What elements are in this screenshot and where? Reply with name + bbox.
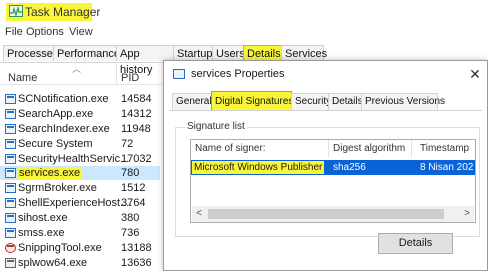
app-icon — [5, 213, 16, 223]
dialog-title: services Properties — [191, 68, 285, 80]
close-icon[interactable]: ✕ — [464, 63, 486, 85]
process-name: SearchApp.exe — [18, 108, 94, 120]
process-name: services.exe — [18, 167, 82, 179]
dialog-tab-general[interactable]: General — [172, 93, 212, 110]
header-signer[interactable]: Name of signer: — [195, 140, 266, 158]
process-pid: 13188 — [121, 242, 152, 254]
scroll-thumb[interactable] — [208, 209, 444, 219]
process-name: ShellExperienceHost.... — [18, 197, 133, 209]
scroll-right-icon[interactable]: > — [460, 206, 474, 222]
menu-file[interactable]: File — [5, 26, 23, 38]
column-divider[interactable] — [328, 140, 329, 158]
process-row[interactable]: SnippingTool.exe 13188 — [0, 241, 160, 255]
process-row[interactable]: SgrmBroker.exe 1512 — [0, 181, 160, 195]
process-pid: 13636 — [121, 257, 152, 269]
app-icon — [5, 94, 16, 104]
process-row[interactable]: SearchApp.exe 14312 — [0, 107, 160, 121]
process-name: SnippingTool.exe — [18, 242, 102, 254]
process-row[interactable]: smss.exe 736 — [0, 226, 160, 240]
app-icon — [5, 168, 16, 178]
timestamp-value: 8 Nisan 202 — [420, 162, 474, 173]
process-pid: 17032 — [121, 153, 152, 165]
printer-icon — [5, 258, 16, 268]
process-name: SCNotification.exe — [18, 93, 109, 105]
process-row[interactable]: ShellExperienceHost.... 3764 — [0, 196, 160, 210]
process-pid: 14584 — [121, 93, 152, 105]
tab-app-history[interactable]: App history — [116, 45, 174, 76]
header-digest[interactable]: Digest algorithm — [333, 140, 405, 158]
process-name: splwow64.exe — [18, 257, 88, 269]
dialog-tab-previous-versions[interactable]: Previous Versions — [361, 93, 445, 110]
tab-users[interactable]: Users — [212, 45, 245, 61]
task-manager-titlebar: Task Manager — [0, 0, 488, 22]
process-pid: 1512 — [121, 182, 146, 194]
app-icon — [5, 139, 16, 149]
column-divider[interactable] — [411, 140, 412, 158]
process-row[interactable]: Secure System 72 — [0, 137, 160, 151]
menu-view[interactable]: View — [69, 26, 93, 38]
process-pid: 736 — [121, 227, 140, 239]
app-icon — [5, 154, 16, 164]
process-row[interactable]: sihost.exe 380 — [0, 211, 160, 225]
process-pid: 780 — [121, 167, 140, 179]
app-icon — [5, 109, 16, 119]
horizontal-scrollbar[interactable]: < > — [192, 206, 474, 222]
process-pid: 14312 — [121, 108, 152, 120]
app-title: Task Manager — [25, 5, 101, 19]
process-name: SgrmBroker.exe — [18, 182, 97, 194]
app-icon — [5, 228, 16, 238]
process-row[interactable]: SecurityHealthServic... 17032 — [0, 152, 160, 166]
process-pid: 72 — [121, 138, 134, 150]
process-row[interactable]: SearchIndexer.exe 11948 — [0, 122, 160, 136]
tab-services[interactable]: Services — [281, 45, 327, 61]
signature-list: Name of signer: Digest algorithm Timesta… — [190, 139, 476, 223]
dialog-titlebar[interactable]: services Properties ✕ — [164, 61, 487, 87]
scroll-left-icon[interactable]: < — [192, 206, 206, 222]
column-divider[interactable] — [116, 62, 117, 84]
process-name: smss.exe — [18, 227, 65, 239]
snipping-tool-icon — [5, 243, 16, 253]
process-name: SearchIndexer.exe — [18, 123, 110, 135]
menu-options[interactable]: Options — [26, 26, 64, 38]
dialog-tab-bar: General Digital Signatures Security Deta… — [169, 91, 482, 111]
header-timestamp[interactable]: Timestamp — [420, 140, 469, 158]
signature-row[interactable]: Microsoft Windows Publisher sha256 8 Nis… — [191, 160, 475, 175]
window-icon — [173, 69, 185, 79]
dialog-tab-digital-signatures[interactable]: Digital Signatures — [211, 91, 293, 110]
process-pid: 11948 — [121, 123, 151, 135]
process-name: Secure System — [18, 138, 93, 150]
sort-up-icon: ︿ — [72, 64, 82, 74]
properties-dialog: services Properties ✕ General Digital Si… — [163, 60, 488, 271]
digest-value: sha256 — [333, 162, 366, 173]
process-row[interactable]: splwow64.exe 13636 — [0, 256, 160, 270]
process-row[interactable]: SCNotification.exe 14584 — [0, 92, 160, 106]
process-pid: 380 — [121, 212, 140, 224]
details-button[interactable]: Details — [378, 233, 453, 254]
task-manager-icon — [9, 5, 23, 17]
dialog-tab-details[interactable]: Details — [328, 93, 363, 110]
column-pid[interactable]: PID — [121, 72, 139, 84]
app-icon — [5, 198, 16, 208]
tab-startup[interactable]: Startup — [173, 45, 213, 61]
tab-processes[interactable]: Processes — [3, 45, 58, 61]
signature-list-label: Signature list — [185, 121, 247, 132]
app-icon — [5, 124, 16, 134]
tab-details[interactable]: Details — [243, 45, 282, 61]
process-name: SecurityHealthServic... — [18, 153, 130, 165]
tab-performance[interactable]: Performance — [53, 45, 120, 61]
dialog-tab-security[interactable]: Security — [291, 93, 331, 110]
process-pid: 3764 — [121, 197, 146, 209]
signer-name: Microsoft Windows Publisher — [192, 161, 325, 174]
process-row-selected[interactable]: services.exe 780 — [0, 166, 160, 180]
process-name: sihost.exe — [18, 212, 68, 224]
column-name[interactable]: Name — [8, 72, 37, 84]
app-icon — [5, 183, 16, 193]
